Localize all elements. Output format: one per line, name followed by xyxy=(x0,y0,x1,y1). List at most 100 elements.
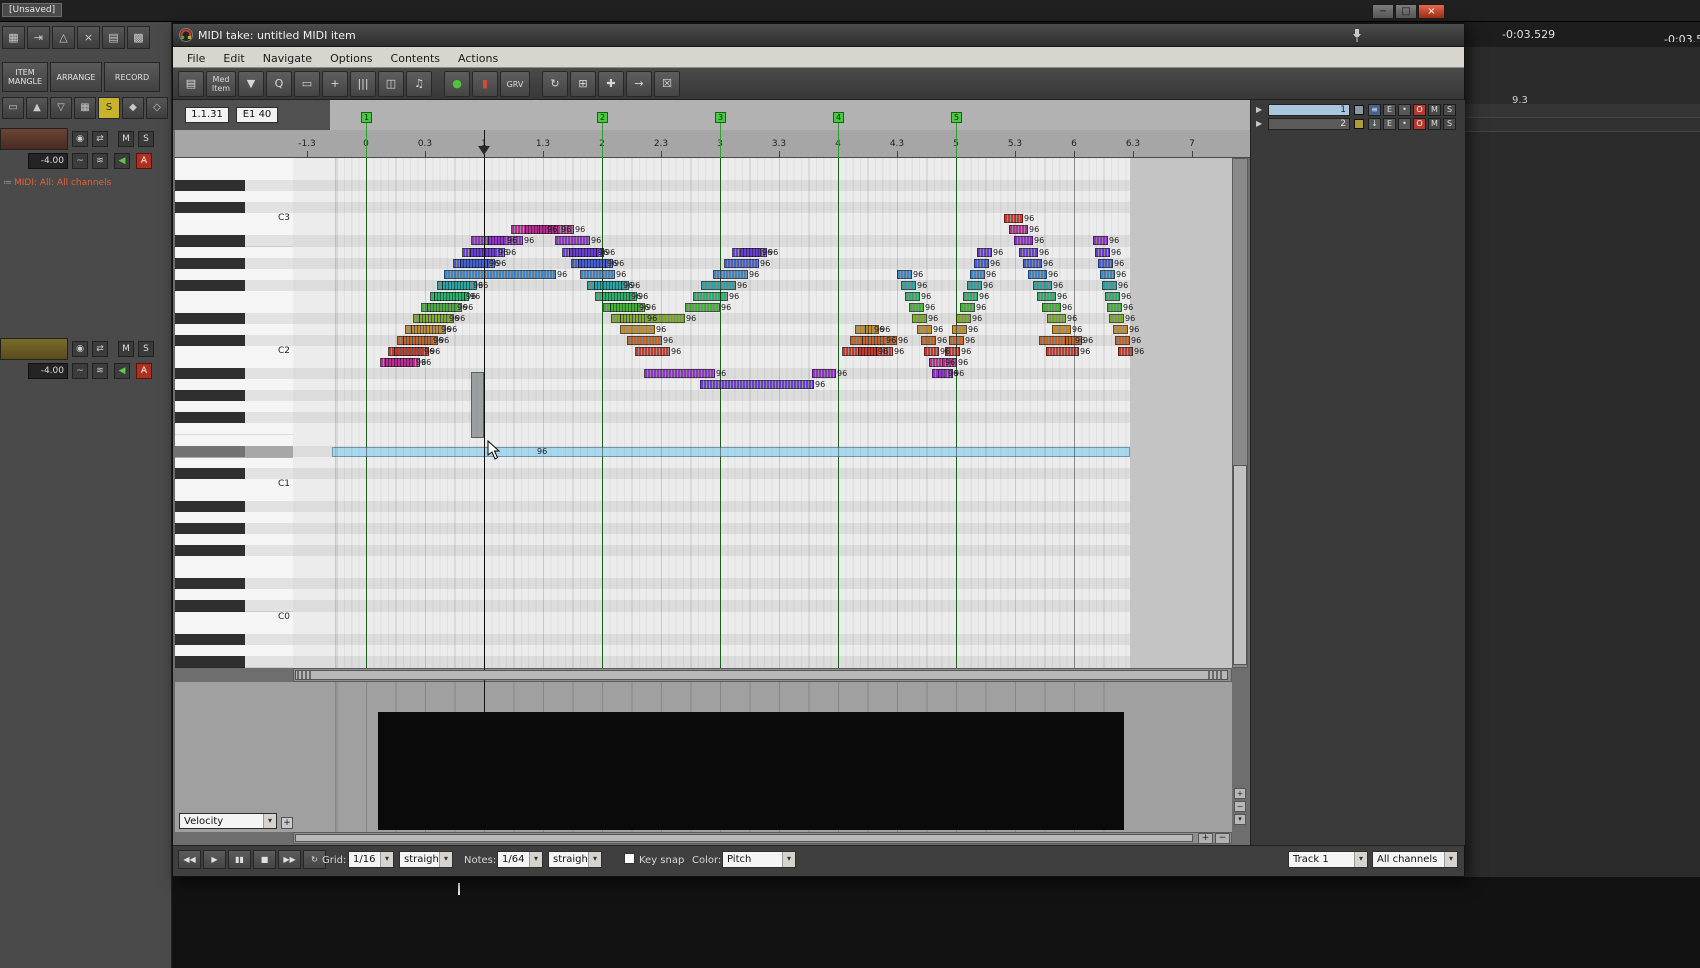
midi-note[interactable] xyxy=(1107,303,1122,312)
midi-note[interactable] xyxy=(1004,214,1023,223)
midi-note[interactable] xyxy=(700,380,814,389)
loop-zoom-button[interactable]: ↻ xyxy=(542,71,568,97)
track-select[interactable]: Track 1▾ xyxy=(1288,851,1368,868)
note-size-select[interactable]: 1/64▾ xyxy=(497,851,543,868)
arrange-button[interactable]: ARRANGE xyxy=(50,62,102,92)
fade-down-icon[interactable]: ▽ xyxy=(50,97,72,119)
media-item-lane-button[interactable]: Med Item xyxy=(206,71,236,97)
trackpane-1-io-button[interactable]: ≡ xyxy=(1368,104,1381,116)
grid-shape-select[interactable]: straight▾ xyxy=(399,851,453,868)
midi-note[interactable] xyxy=(620,325,655,334)
cc-lane-selector[interactable]: Velocity ▾ xyxy=(179,813,277,829)
quantize-button[interactable]: Q xyxy=(266,71,292,97)
midi-note[interactable] xyxy=(1033,281,1052,290)
midi-note[interactable] xyxy=(1102,281,1117,290)
dock-toggle-button[interactable]: ▤ xyxy=(178,71,204,97)
midi-note[interactable] xyxy=(1037,292,1056,301)
zoom-all-button[interactable]: ✚ xyxy=(598,71,624,97)
lane-collapse-button[interactable]: ▾ xyxy=(1234,814,1246,825)
marker-flag[interactable]: 1 xyxy=(361,112,372,123)
move-tool-button[interactable]: + xyxy=(322,71,348,97)
midi-note[interactable] xyxy=(1093,236,1108,245)
midi-note[interactable] xyxy=(924,347,939,356)
vertical-scrollbar-handle[interactable] xyxy=(1233,465,1247,665)
midi-note[interactable] xyxy=(905,292,920,301)
midi-note[interactable] xyxy=(977,248,992,257)
close-tool-button[interactable]: ☒ xyxy=(654,71,680,97)
trackpane-2-mute-button[interactable]: M xyxy=(1428,118,1441,130)
color-mode-select[interactable]: Pitch▾ xyxy=(722,851,796,868)
hscroll-left-grip[interactable] xyxy=(297,671,313,679)
midi-note[interactable] xyxy=(1109,314,1124,323)
lane-zoom-out-button[interactable]: − xyxy=(1234,801,1246,812)
midi-note[interactable] xyxy=(685,303,720,312)
trackpane-1-env-button[interactable]: E xyxy=(1383,104,1396,116)
eraser-icon[interactable]: ◇ xyxy=(146,97,168,119)
midi-note[interactable] xyxy=(1023,259,1042,268)
track-color-swatch[interactable] xyxy=(1354,119,1364,129)
solo-defeat-icon[interactable]: S xyxy=(98,97,120,119)
pencil-icon[interactable]: ◆ xyxy=(122,97,144,119)
midi-note[interactable] xyxy=(724,259,759,268)
lane-scrollbar-handle[interactable] xyxy=(295,834,1193,842)
midi-note[interactable] xyxy=(580,270,615,279)
advance-button[interactable]: → xyxy=(626,71,652,97)
midi-note[interactable] xyxy=(967,281,982,290)
track-expand-arrow[interactable]: ▶ xyxy=(1256,105,1262,114)
drawn-note[interactable] xyxy=(332,447,1130,457)
midi-note[interactable] xyxy=(1009,225,1028,234)
trackpane-1-mute-button[interactable]: M xyxy=(1428,104,1441,116)
midi-note[interactable] xyxy=(1046,347,1079,356)
trackpane-2-fx-button[interactable]: • xyxy=(1398,118,1411,130)
transport-forward-button[interactable]: ▶▶ xyxy=(278,850,301,869)
position-readout[interactable]: 1.1.31 xyxy=(185,107,229,123)
midi-note[interactable] xyxy=(701,281,736,290)
item-mangle-button[interactable]: ITEM MANGLE xyxy=(2,62,48,92)
transport-pause-button[interactable]: ▮▮ xyxy=(228,850,251,869)
track-expand-arrow[interactable]: ▶ xyxy=(1256,119,1262,128)
transport-play-button[interactable]: ▶ xyxy=(203,850,226,869)
grid-lines-button[interactable]: ||| xyxy=(350,71,376,97)
piano-key[interactable] xyxy=(175,423,293,435)
midi-note[interactable] xyxy=(444,270,556,279)
metronome-icon[interactable]: △ xyxy=(52,26,75,49)
lane-zoom-plus-button[interactable]: + xyxy=(1198,833,1213,844)
record-button[interactable]: RECORD xyxy=(104,62,160,92)
midi-note[interactable] xyxy=(442,281,477,290)
midi-note[interactable] xyxy=(1047,314,1066,323)
filter-button[interactable]: ▼ xyxy=(238,71,264,97)
midi-note[interactable] xyxy=(434,292,469,301)
midi-note[interactable] xyxy=(949,336,964,345)
midi-note[interactable] xyxy=(1118,347,1133,356)
midi-note[interactable] xyxy=(1100,270,1115,279)
channel-select[interactable]: All channels▾ xyxy=(1372,851,1458,868)
grid-icon[interactable]: ▦ xyxy=(74,97,96,119)
midi-note[interactable] xyxy=(740,248,761,257)
color-tool-button[interactable]: ● xyxy=(444,71,470,97)
edit-cursor-handle[interactable] xyxy=(478,146,490,155)
add-cc-lane-button[interactable]: + xyxy=(281,817,293,829)
note-shape-select[interactable]: straight▾ xyxy=(548,851,602,868)
velocity-stamp-button[interactable]: ▮ xyxy=(472,71,498,97)
midi-note[interactable] xyxy=(956,314,971,323)
midi-note[interactable] xyxy=(812,369,836,378)
marker-flag[interactable]: 4 xyxy=(833,112,844,123)
midi-note[interactable] xyxy=(1019,248,1038,257)
midi-note[interactable] xyxy=(912,314,927,323)
midi-note[interactable] xyxy=(635,347,670,356)
cc-lane-item-area[interactable] xyxy=(378,712,1124,830)
lane-zoom-minus-button[interactable]: − xyxy=(1215,833,1230,844)
zoom-selection-button[interactable]: ⊞ xyxy=(570,71,596,97)
piano-key[interactable] xyxy=(175,600,293,612)
fade-up-icon[interactable]: ▲ xyxy=(26,97,48,119)
midi-note[interactable] xyxy=(1042,303,1061,312)
midi-note[interactable] xyxy=(1115,336,1130,345)
grid-dots-icon[interactable]: ▦ xyxy=(2,26,25,49)
transport-rewind-button[interactable]: ◀◀ xyxy=(178,850,201,869)
trackpane-1-fx-button[interactable]: • xyxy=(1398,104,1411,116)
matrix-grid-icon[interactable]: ▩ xyxy=(127,26,150,49)
midi-note[interactable] xyxy=(909,303,924,312)
midi-note[interactable] xyxy=(385,358,420,367)
midi-note[interactable] xyxy=(644,369,715,378)
minimize-button[interactable]: − xyxy=(1372,4,1394,19)
